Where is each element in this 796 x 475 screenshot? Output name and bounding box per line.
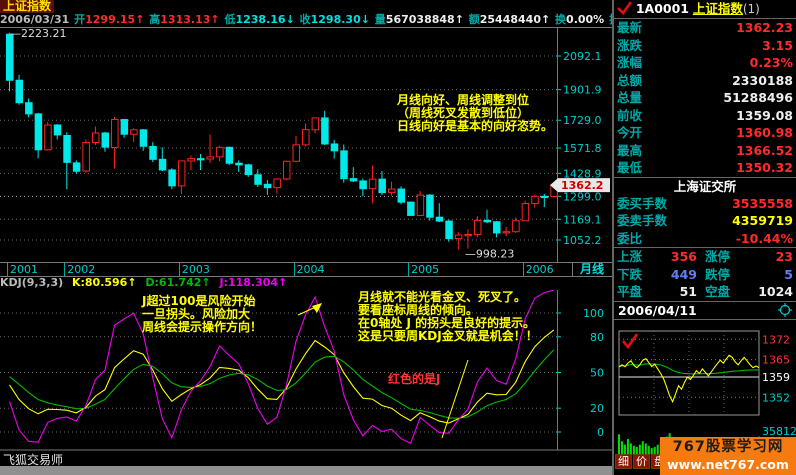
svg-text:100: 100 (583, 307, 604, 320)
stock-name-link[interactable]: 上证指数 (693, 1, 743, 16)
year-label: 2004 (294, 263, 325, 276)
breadth-row-advancers: 上涨356 涨停23 (614, 248, 796, 266)
svg-text:1362.2: 1362.2 (561, 179, 603, 192)
year-label: 2002 (64, 263, 95, 276)
svg-text:1729.0: 1729.0 (563, 114, 602, 127)
year-label: 2005 (408, 263, 439, 276)
intraday-date: 2006/04/11 (618, 302, 697, 319)
svg-text:1352: 1352 (762, 391, 790, 404)
kdj-annotation-monthly: 月线就不能光看金叉、死叉了。 要看座标周线的倾向。 在0轴处 J 的拐头是良好的… (358, 291, 538, 343)
quote-row-amount: 总额2330188 (614, 72, 796, 90)
down-arrow-icon: ↓ (286, 13, 295, 26)
exchange-title: 上海证交所 (614, 177, 796, 195)
svg-text:20: 20 (590, 402, 604, 415)
svg-text:80: 80 (590, 331, 604, 344)
app-window: 上证指数 2006/03/31 开1299.15↑ 高1313.13↑ 低123… (0, 0, 796, 475)
kdj-header: KDJ(9,3,3) K:80.596↑ D:61.742↑ J:118.304… (0, 277, 612, 289)
tab-price[interactable]: 价 (633, 454, 650, 469)
quote-row-change-pct: 涨幅0.23% (614, 54, 796, 72)
watermark: 767股票学习网 www.net767.com (660, 437, 796, 475)
time-axis: 月线 2001 2002 2003 2004 2005 2006 (0, 262, 612, 277)
field-turnover: 换0.00% (555, 13, 604, 26)
up-arrow-icon: ↑ (541, 13, 550, 26)
kdj-j-value: J:118.304↑ (219, 276, 287, 289)
quote-row-commission-ratio: 委比-10.44% (614, 230, 796, 248)
svg-text:—998.23: —998.23 (465, 248, 514, 261)
intraday-date-bar: 2006/04/11 (614, 301, 796, 320)
quote-row-bid-lots: 委买手数3535558 (614, 195, 796, 213)
up-arrow-icon: ↑ (210, 13, 219, 26)
app-brand: 飞狐交易师 (3, 451, 63, 468)
bar-date: 2006/03/31 (0, 13, 69, 26)
breadth-row-unchanged: 平盘51 空盘1024 (614, 283, 796, 301)
watermark-site-name: 767股票学习网 (660, 437, 796, 457)
svg-text:1365: 1365 (762, 354, 790, 367)
quote-row-prev-close: 前收1359.08 (614, 107, 796, 125)
svg-text:0: 0 (597, 426, 604, 439)
field-open: 开1299.15↑ (74, 13, 144, 26)
svg-text:1052.2: 1052.2 (563, 234, 602, 247)
field-close: 收1298.30↓ (300, 13, 370, 26)
quote-row-volume: 总量51288496 (614, 89, 796, 107)
ohlc-bar: 2006/03/31 开1299.15↑ 高1313.13↑ 低1238.16↓… (0, 13, 612, 27)
kdj-params[interactable]: KDJ(9,3,3) (0, 276, 63, 289)
svg-text:2092.1: 2092.1 (563, 50, 602, 63)
main-chart-annotation: 月线向好、周线调整到位 （周线死叉发散到低位） 日线向好是基本的向好恣势。 (397, 94, 553, 133)
field-volume: 量567038848↑ (375, 13, 464, 26)
top-info-bar: 上证指数 2006/03/31 开1299.15↑ 高1313.13↑ 低123… (0, 0, 612, 28)
market-breadth: 上涨356 涨停23 下跌449 跌停5 平盘51 空盘1024 (614, 247, 796, 301)
svg-text:—2223.21: —2223.21 (10, 28, 67, 40)
crosshair-icon[interactable] (778, 303, 792, 317)
quote-panel: 1A0001 上证指数(1) 最新1362.23 涨跌3.15 涨幅0.23% … (612, 0, 796, 475)
svg-text:1571.8: 1571.8 (563, 142, 602, 155)
quote-header: 1A0001 上证指数(1) (614, 0, 796, 19)
kdj-annotation-j-label: 红色的是J (388, 373, 440, 386)
year-label: 2006 (523, 263, 554, 276)
year-label: 2003 (179, 263, 210, 276)
candlestick-canvas: 2092.11901.91729.01571.81428.91299.01169… (0, 28, 612, 262)
quote-row-high: 最高1366.52 (614, 142, 796, 160)
quote-row-last: 最新1362.23 (614, 19, 796, 37)
check-icon (616, 0, 632, 15)
field-high: 高1313.13↑ (149, 13, 219, 26)
kdj-d-value: D:61.742↑ (145, 276, 210, 289)
svg-text:1299.0: 1299.0 (563, 190, 602, 203)
svg-text:50: 50 (590, 367, 604, 380)
svg-text:1372: 1372 (762, 333, 790, 346)
candlestick-chart[interactable]: 2092.11901.91729.01571.81428.91299.01169… (0, 28, 612, 262)
quote-row-open: 今开1360.98 (614, 124, 796, 142)
kdj-annotation-risk: J超过100是风险开始 一旦拐头。风险加大 周线会提示操作方向！ (142, 295, 262, 334)
watermark-url: www.net767.com (660, 457, 796, 472)
breadth-row-decliners: 下跌449 跌停5 (614, 266, 796, 284)
kdj-k-value: K:80.596↑ (72, 276, 137, 289)
quote-row-ask-lots: 委卖手数4359719 (614, 212, 796, 230)
year-label: 2001 (7, 263, 38, 276)
quote-row-low: 最低1350.32 (614, 159, 796, 177)
index-title[interactable]: 上证指数 (0, 0, 54, 13)
field-amount: 额25448440↑ (469, 13, 550, 26)
up-arrow-icon: ↑ (135, 13, 144, 26)
svg-text:1359: 1359 (762, 371, 790, 384)
period-selector-monthly[interactable]: 月线 (572, 263, 604, 276)
quote-row-change: 涨跌3.15 (614, 37, 796, 55)
up-arrow-icon: ↑ (455, 13, 464, 26)
svg-text:1901.9: 1901.9 (563, 84, 602, 97)
down-arrow-icon: ↓ (361, 13, 370, 26)
field-low: 低1238.16↓ (224, 13, 294, 26)
stock-code: 1A0001 (636, 1, 689, 16)
svg-text:1169.1: 1169.1 (563, 213, 602, 226)
tab-detail[interactable]: 细 (615, 454, 632, 469)
